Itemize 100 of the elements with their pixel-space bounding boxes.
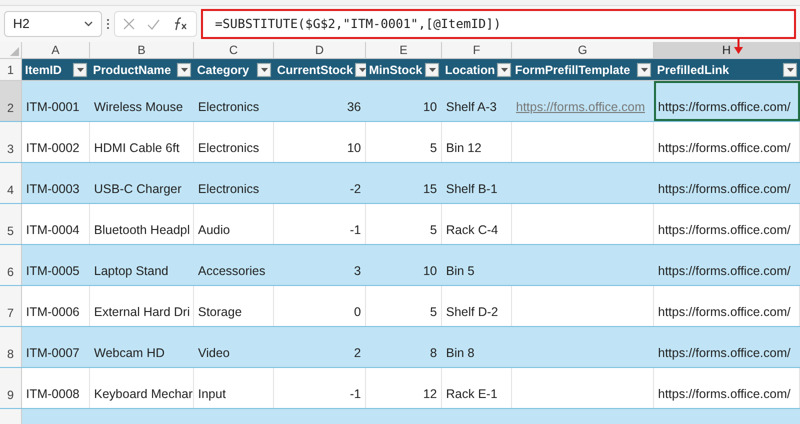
table-cell: 12 <box>366 368 442 408</box>
table-cell-text: 15 <box>422 181 438 198</box>
filter-dropdown-button[interactable] <box>637 62 651 76</box>
table-cell-text: ITM-0003 <box>25 181 80 198</box>
table-cell-text: 10 <box>422 263 438 280</box>
table-cell-text: ITM-0001 <box>25 99 80 116</box>
table-cell: ITM-0008 <box>22 368 90 408</box>
table-cell: Keyboard Mechar <box>90 368 194 408</box>
table-cell: https://forms.office.com/ <box>654 368 800 408</box>
table-cell: Input <box>194 368 274 408</box>
table-cell: https://forms.office.com/ <box>654 286 800 326</box>
table-cell: Bluetooth Headpl <box>90 204 194 244</box>
table-cell: https://forms.office.com/ <box>654 204 800 244</box>
function-icon[interactable] <box>172 17 188 31</box>
table-cell: -1 <box>274 204 366 244</box>
caret-icon <box>358 68 366 72</box>
table-cell: -1 <box>274 368 366 408</box>
row-number[interactable]: 1 <box>0 59 22 80</box>
arrow-icon <box>734 38 743 54</box>
row-number[interactable]: 7 <box>0 286 22 326</box>
table-cell-text: -2 <box>348 181 362 198</box>
table-cell-text: ITM-0007 <box>25 345 80 362</box>
caret-icon <box>640 68 648 72</box>
caret-icon <box>500 68 508 72</box>
table-header-cell: MinStock <box>366 59 442 80</box>
table-cell: 5 <box>366 122 442 162</box>
filter-dropdown-button[interactable] <box>355 62 366 76</box>
table-cell-text: 10 <box>422 99 438 116</box>
table-header-cell: FormPrefillTemplate <box>512 59 654 80</box>
table-cell-text: Shelf B-1 <box>445 181 498 198</box>
table-cell: ITM-0006 <box>22 286 90 326</box>
table-cell-text: Accessories <box>197 263 266 280</box>
table-cell-text: ITM-0005 <box>25 263 80 280</box>
more-icon[interactable] <box>106 18 110 30</box>
table-cell-text: Electronics <box>197 181 260 198</box>
caret-icon <box>260 68 268 72</box>
table-cell-text: Webcam HD <box>93 345 166 362</box>
table-cell-text: 3 <box>353 263 362 280</box>
table-header-cell: PrefilledLink <box>654 59 800 80</box>
table-cell-text: https://forms.office.com <box>515 99 646 116</box>
table-cell-text: Laptop Stand <box>93 263 170 280</box>
row-number[interactable]: 4 <box>0 163 22 203</box>
table-header-cell: ProductName <box>90 59 194 80</box>
filter-dropdown-button[interactable] <box>783 62 797 76</box>
table-cell: https://forms.office.com/ <box>654 81 800 121</box>
row-number[interactable]: 2 <box>0 81 22 121</box>
row-number[interactable]: 8 <box>0 327 22 367</box>
table-cell: 5 <box>366 204 442 244</box>
chevron-down-icon <box>84 21 93 27</box>
filter-dropdown-button[interactable] <box>425 62 439 76</box>
table-cell: Electronics <box>194 122 274 162</box>
column-header[interactable]: A <box>22 42 90 58</box>
formula-field[interactable]: =SUBSTITUTE($G$2,"ITM-0001",[@ItemID]) <box>201 9 796 39</box>
table-cell: HDMI Cable 6ft <box>90 122 194 162</box>
table-cell: 10 <box>274 122 366 162</box>
table-cell-text: Video <box>197 345 231 362</box>
caret-icon <box>786 68 794 72</box>
filter-dropdown-button[interactable] <box>257 62 271 76</box>
table-header-cell: Category <box>194 59 274 80</box>
caret-icon <box>76 68 84 72</box>
table-cell: ITM-0004 <box>22 204 90 244</box>
row-number[interactable]: 5 <box>0 204 22 244</box>
column-header[interactable]: B <box>90 42 194 58</box>
column-header[interactable]: F <box>442 42 512 58</box>
table-cell: ITM-0002 <box>22 122 90 162</box>
column-header[interactable]: C <box>194 42 274 58</box>
table-cell-text: 8 <box>429 345 438 362</box>
check-icon[interactable] <box>147 18 160 30</box>
filter-dropdown-button[interactable] <box>73 62 87 76</box>
row-number[interactable]: 9 <box>0 368 22 408</box>
filter-dropdown-button[interactable] <box>497 62 511 76</box>
table-cell: Shelf D-2 <box>442 286 512 326</box>
table-cell-text: 2 <box>353 345 362 362</box>
table-cell: Bin 12 <box>442 122 512 162</box>
table-cell-text: USB-C Charger <box>93 181 183 198</box>
table-cell: External Hard Dri <box>90 286 194 326</box>
table-cell-text: 36 <box>346 99 362 116</box>
table-cell-text: https://forms.office.com/ <box>657 263 792 280</box>
table-header-cell: CurrentStock <box>274 59 366 80</box>
table-cell: 0 <box>274 286 366 326</box>
caret-icon <box>180 68 188 72</box>
name-box[interactable]: H2 <box>4 11 102 37</box>
table-cell: https://forms.office.com/ <box>654 122 800 162</box>
column-header[interactable]: E <box>366 42 442 58</box>
table-cell: Rack C-4 <box>442 204 512 244</box>
filter-dropdown-button[interactable] <box>177 62 191 76</box>
table-cell: Storage <box>194 286 274 326</box>
table-cell-text: Bin 8 <box>445 345 476 362</box>
table-cell: Rack E-1 <box>442 368 512 408</box>
table-header-cell: Location <box>442 59 512 80</box>
row-number[interactable]: 3 <box>0 122 22 162</box>
row-number[interactable]: 6 <box>0 245 22 285</box>
caret-icon <box>428 68 436 72</box>
table-cell-text: https://forms.office.com/ <box>657 345 792 362</box>
table-cell-text: Bin 5 <box>445 263 476 280</box>
table-cell-text: https://forms.office.com/ <box>657 181 792 198</box>
table-header-cell: ItemID <box>22 59 90 80</box>
column-header[interactable]: D <box>274 42 366 58</box>
table-cell-text: Wireless Mouse <box>93 99 184 116</box>
table-cell-text: Electronics <box>197 99 260 116</box>
